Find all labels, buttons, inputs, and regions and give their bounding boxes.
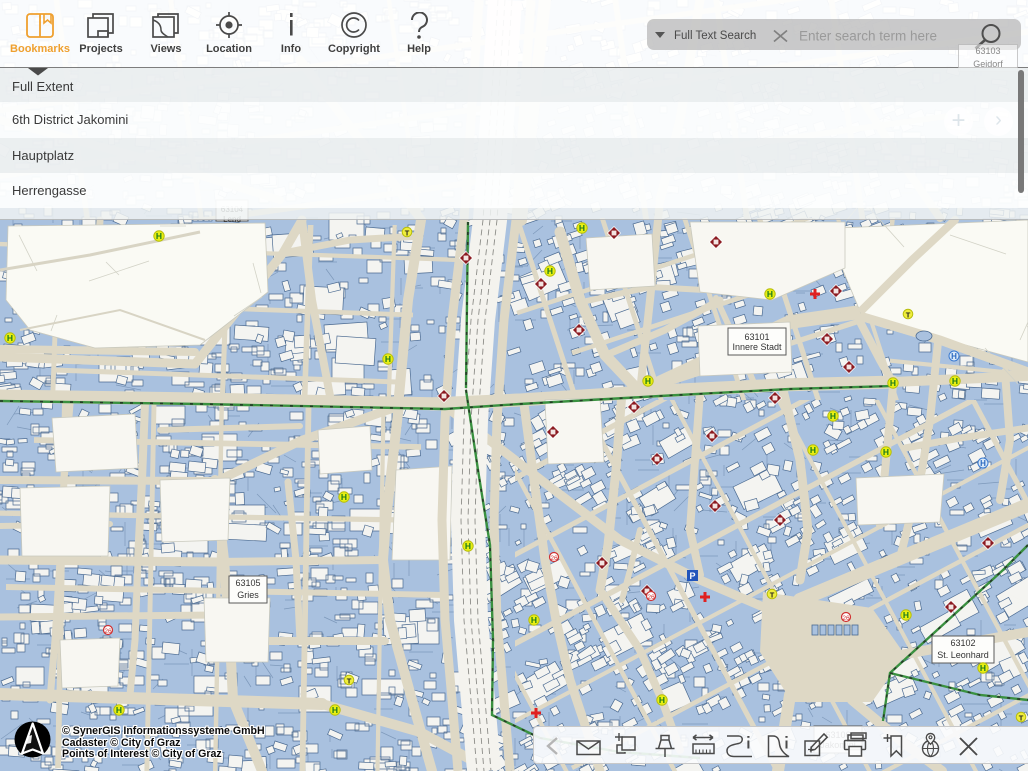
svg-text:26: 26 [550, 555, 558, 562]
svg-text:H: H [465, 541, 471, 551]
svg-text:26: 26 [104, 628, 112, 635]
svg-text:H: H [767, 289, 773, 299]
svg-text:T: T [405, 228, 410, 237]
svg-text:H: H [116, 705, 122, 715]
svg-text:P: P [689, 571, 695, 581]
svg-text:H: H [903, 610, 909, 620]
svg-text:T: T [906, 310, 911, 319]
svg-text:63101: 63101 [744, 332, 769, 342]
svg-text:63102: 63102 [950, 638, 975, 648]
svg-text:H: H [7, 333, 13, 343]
svg-text:T: T [770, 590, 775, 599]
svg-text:26: 26 [842, 615, 850, 622]
svg-text:T: T [347, 676, 352, 685]
svg-text:H: H [341, 492, 347, 502]
svg-text:Innere Stadt: Innere Stadt [732, 342, 782, 352]
svg-text:H: H [547, 266, 553, 276]
svg-text:H: H [890, 378, 896, 388]
svg-text:Enter search term here: Enter search term here [799, 29, 937, 44]
svg-text:H: H [810, 445, 816, 455]
svg-text:H: H [659, 695, 665, 705]
svg-text:Full Text Search: Full Text Search [674, 30, 756, 42]
svg-text:H: H [531, 615, 537, 625]
svg-text:H: H [883, 447, 889, 457]
svg-text:26: 26 [647, 594, 655, 601]
svg-text:H: H [332, 705, 338, 715]
svg-text:H: H [385, 354, 391, 364]
svg-text:H: H [951, 352, 957, 361]
svg-text:Gries: Gries [237, 590, 259, 600]
svg-text:H: H [830, 411, 836, 421]
svg-text:H: H [952, 376, 958, 386]
svg-text:St. Leonhard: St. Leonhard [937, 650, 989, 660]
svg-text:T: T [1019, 713, 1024, 722]
svg-text:H: H [156, 231, 162, 241]
svg-text:H: H [645, 376, 651, 386]
svg-text:H: H [980, 663, 986, 673]
svg-text:H: H [579, 223, 585, 233]
svg-text:63105: 63105 [235, 578, 260, 588]
svg-text:H: H [980, 459, 986, 468]
